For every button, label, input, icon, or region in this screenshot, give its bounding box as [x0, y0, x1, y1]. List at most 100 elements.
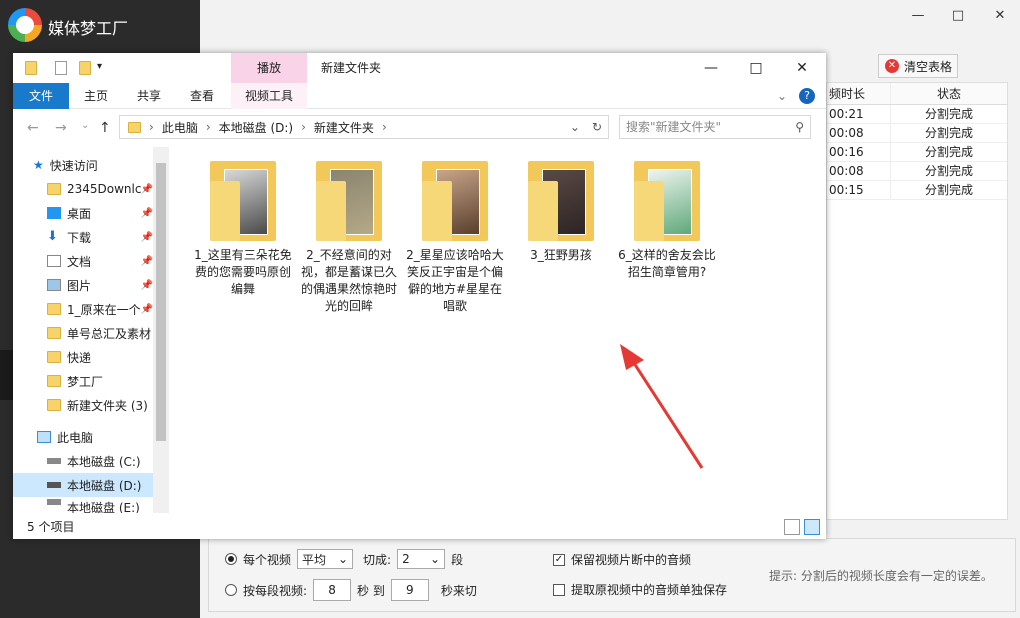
- nav-label: 快速访问: [49, 158, 98, 173]
- app-close-icon[interactable]: ✕: [988, 8, 1012, 26]
- large-icons-view-icon[interactable]: [804, 519, 820, 535]
- per-segment-label: 按每段视频:: [243, 583, 308, 598]
- scrollbar-thumb[interactable]: [156, 163, 166, 441]
- nav-label: 2345Downlc: [67, 182, 142, 196]
- chevron-down-icon: ⌄: [337, 552, 349, 566]
- address-dropdown-icon[interactable]: ⌄: [570, 120, 580, 134]
- nav-this-pc[interactable]: 此电脑: [37, 425, 153, 449]
- file-name: 2_不经意间的对视，都是蓄谋已久的偶遇果然惊艳时光的回眸: [300, 248, 397, 313]
- nav-label: 单号总汇及素材: [67, 326, 152, 341]
- document-icon: [47, 255, 61, 267]
- file-name: 3_狂野男孩: [530, 248, 592, 262]
- col-duration-header[interactable]: 频时长: [827, 83, 891, 104]
- nav-drive-e[interactable]: 本地磁盘 (E:): [13, 499, 153, 513]
- tab-file[interactable]: 文件: [13, 83, 69, 109]
- tab-home[interactable]: 主页: [84, 83, 108, 109]
- mode-select[interactable]: 平均 ⌄: [297, 549, 354, 569]
- nav-item-documents[interactable]: 文档 📌: [47, 249, 153, 273]
- new-folder-icon[interactable]: [79, 61, 91, 75]
- nav-quick-access[interactable]: ★ 快速访问: [33, 153, 169, 177]
- properties-icon[interactable]: [55, 61, 67, 75]
- cell-duration: 00:08: [827, 162, 891, 180]
- tab-view[interactable]: 查看: [190, 83, 214, 109]
- app-maximize-icon[interactable]: □: [946, 8, 970, 26]
- nav-item-desktop[interactable]: 桌面 📌: [47, 201, 153, 225]
- extract-audio-checkbox[interactable]: [553, 583, 565, 596]
- per-video-radio[interactable]: [225, 553, 237, 565]
- nav-item-folder-new3[interactable]: 新建文件夹 (3): [47, 393, 153, 417]
- nav-item-pictures[interactable]: 图片 📌: [47, 273, 153, 297]
- search-input[interactable]: 搜索"新建文件夹" ⚲: [619, 115, 811, 139]
- nav-drive-d[interactable]: 本地磁盘 (D:): [13, 473, 153, 497]
- option-row-per-video: 每个视频 平均 ⌄ 切成: 2 ⌄ 段: [225, 549, 463, 569]
- pin-icon[interactable]: 📌: [141, 304, 153, 315]
- table-row[interactable]: 00:16 分割完成: [827, 143, 1007, 162]
- pin-icon[interactable]: 📌: [141, 208, 153, 219]
- pin-icon[interactable]: 📌: [141, 232, 153, 243]
- nav-label: 梦工厂: [67, 374, 104, 389]
- clear-icon: ✕: [885, 59, 899, 73]
- file-item[interactable]: 1_这里有三朵花免费的您需要吗原创编舞: [193, 161, 293, 298]
- table-row[interactable]: 00:21 分割完成: [827, 105, 1007, 124]
- nav-item-2345downloads[interactable]: 2345Downlc 📌: [47, 177, 153, 201]
- breadcrumb-new-folder[interactable]: 新建文件夹: [314, 119, 374, 136]
- pin-icon[interactable]: 📌: [141, 256, 153, 267]
- desktop-icon: [47, 207, 61, 219]
- app-minimize-icon[interactable]: —: [906, 8, 930, 26]
- tab-play-context[interactable]: 播放: [231, 53, 307, 83]
- nav-item-folder-orders[interactable]: 单号总汇及素材: [47, 321, 153, 345]
- refresh-icon[interactable]: ↻: [592, 120, 602, 134]
- breadcrumb-this-pc[interactable]: 此电脑: [162, 119, 198, 136]
- folder-icon: [47, 375, 61, 387]
- table-row[interactable]: 00:15 分割完成: [827, 181, 1007, 200]
- nav-item-downloads[interactable]: ⬇ 下载 📌: [47, 225, 153, 249]
- folder-icon: [47, 327, 61, 339]
- nav-scrollbar[interactable]: [153, 147, 169, 513]
- from-seconds-input[interactable]: 8: [313, 579, 352, 601]
- nav-label: 新建文件夹 (3): [67, 398, 148, 413]
- details-view-icon[interactable]: [784, 519, 800, 535]
- recent-locations-icon[interactable]: ⌄: [81, 120, 89, 131]
- breadcrumb-drive-d[interactable]: 本地磁盘 (D:): [219, 119, 293, 136]
- tab-share[interactable]: 共享: [137, 83, 161, 109]
- back-arrow-icon[interactable]: ←: [27, 120, 39, 136]
- cut-count-select[interactable]: 2 ⌄: [397, 549, 446, 569]
- nav-item-folder-dreamworks[interactable]: 梦工厂: [47, 369, 153, 393]
- per-segment-radio[interactable]: [225, 584, 237, 596]
- tab-video-tools[interactable]: 视频工具: [231, 83, 307, 109]
- maximize-icon[interactable]: □: [744, 57, 768, 79]
- per-video-label: 每个视频: [243, 552, 292, 567]
- explorer-window-title: 新建文件夹: [321, 61, 382, 75]
- video-folder-thumbnail: [528, 161, 594, 241]
- folder-icon: [47, 351, 61, 363]
- ribbon-expand-icon[interactable]: ⌄: [777, 83, 787, 109]
- keep-audio-checkbox[interactable]: ✓: [553, 553, 565, 566]
- table-row[interactable]: 00:08 分割完成: [827, 162, 1007, 181]
- minimize-icon[interactable]: —: [699, 57, 723, 79]
- cell-duration: 00:08: [827, 124, 891, 142]
- file-item[interactable]: 2_不经意间的对视，都是蓄谋已久的偶遇果然惊艳时光的回眸: [299, 161, 399, 315]
- customize-quick-access-icon[interactable]: ▾: [97, 61, 102, 72]
- close-icon[interactable]: ✕: [790, 57, 814, 79]
- cut-label: 切成:: [363, 552, 392, 567]
- clear-table-button[interactable]: ✕ 清空表格: [878, 54, 958, 78]
- nav-drive-c[interactable]: 本地磁盘 (C:): [13, 449, 153, 473]
- address-bar[interactable]: › 此电脑 › 本地磁盘 (D:) › 新建文件夹 › ⌄ ↻: [119, 115, 609, 139]
- to-seconds-input[interactable]: 9: [390, 579, 429, 601]
- nav-item-folder-1[interactable]: 1_原来在一个 📌: [47, 297, 153, 321]
- nav-item-folder-express[interactable]: 快递: [47, 345, 153, 369]
- pin-icon[interactable]: 📌: [141, 184, 153, 195]
- pin-icon[interactable]: 📌: [141, 280, 153, 291]
- keep-audio-option: ✓ 保留视频片断中的音频: [553, 551, 691, 568]
- table-row[interactable]: 00:08 分割完成: [827, 124, 1007, 143]
- file-item[interactable]: 2_星星应该哈哈大笑反正宇宙是个偏僻的地方#星星在唱歌: [405, 161, 505, 315]
- up-arrow-icon[interactable]: ↑: [99, 120, 111, 136]
- file-item[interactable]: 3_狂野男孩: [511, 161, 611, 264]
- download-icon: ⬇: [47, 229, 58, 244]
- forward-arrow-icon[interactable]: →: [55, 120, 67, 136]
- file-item[interactable]: 6_这样的舍友会比招生简章管用?: [617, 161, 717, 281]
- view-toggle: [784, 519, 820, 535]
- col-status-header[interactable]: 状态: [891, 83, 1007, 104]
- drive-icon: [47, 499, 61, 505]
- help-icon[interactable]: ?: [799, 88, 815, 104]
